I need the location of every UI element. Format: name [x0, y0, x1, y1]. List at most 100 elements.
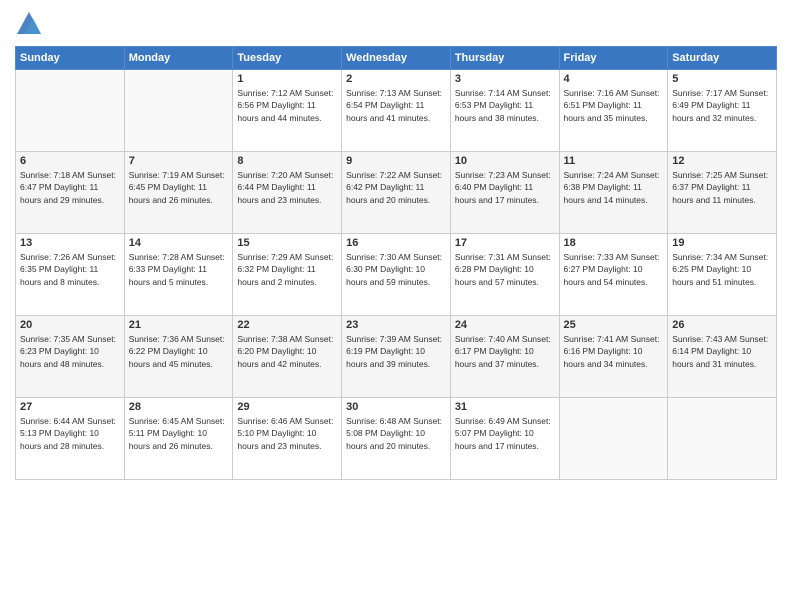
calendar-cell: 23 Sunrise: 7:39 AM Sunset: 6:19 PM Dayli… — [342, 316, 451, 398]
calendar-cell: 9Sunrise: 7:22 AM Sunset: 6:42 PM Daylig… — [342, 152, 451, 234]
calendar-cell: 29 Sunrise: 6:46 AM Sunset: 5:10 PM Dayli… — [233, 398, 342, 480]
cell-content: Sunrise: 7:34 AM Sunset: 6:25 PM Dayligh… — [672, 251, 772, 288]
logo-icon — [15, 10, 43, 38]
calendar-cell: 4 Sunrise: 7:16 AM Sunset: 6:51 PM Daylig… — [559, 70, 668, 152]
cell-content: Sunrise: 7:30 AM Sunset: 6:30 PM Dayligh… — [346, 251, 446, 288]
day-number: 23 — [346, 319, 446, 331]
calendar-table: SundayMondayTuesdayWednesdayThursdayFrid… — [15, 46, 777, 480]
day-header-wednesday: Wednesday — [342, 47, 451, 70]
cell-content: Sunrise: 7:20 AM Sunset: 6:44 PM Dayligh… — [237, 169, 337, 206]
day-number: 18 — [564, 237, 664, 249]
calendar-cell: 6Sunrise: 7:18 AM Sunset: 6:47 PM Daylig… — [16, 152, 125, 234]
day-number: 7 — [129, 155, 229, 167]
day-number: 20 — [20, 319, 120, 331]
calendar-cell: 24 Sunrise: 7:40 AM Sunset: 6:17 PM Dayli… — [450, 316, 559, 398]
cell-content: Sunrise: 7:41 AM Sunset: 6:16 PM Dayligh… — [564, 333, 664, 370]
day-number: 28 — [129, 401, 229, 413]
day-number: 16 — [346, 237, 446, 249]
day-number: 25 — [564, 319, 664, 331]
calendar-cell: 7 Sunrise: 7:19 AM Sunset: 6:45 PM Daylig… — [124, 152, 233, 234]
cell-content: Sunrise: 7:28 AM Sunset: 6:33 PM Dayligh… — [129, 251, 229, 288]
day-number: 22 — [237, 319, 337, 331]
cell-content: Sunrise: 7:24 AM Sunset: 6:38 PM Dayligh… — [564, 169, 664, 206]
calendar-cell: 2 Sunrise: 7:13 AM Sunset: 6:54 PM Daylig… — [342, 70, 451, 152]
day-number: 2 — [346, 73, 446, 85]
calendar-cell — [16, 70, 125, 152]
calendar-cell: 11 Sunrise: 7:24 AM Sunset: 6:38 PM Dayli… — [559, 152, 668, 234]
cell-content: Sunrise: 7:43 AM Sunset: 6:14 PM Dayligh… — [672, 333, 772, 370]
day-number: 3 — [455, 73, 555, 85]
day-number: 15 — [237, 237, 337, 249]
cell-content: Sunrise: 7:16 AM Sunset: 6:51 PM Dayligh… — [564, 87, 664, 124]
day-header-sunday: Sunday — [16, 47, 125, 70]
cell-content: Sunrise: 7:31 AM Sunset: 6:28 PM Dayligh… — [455, 251, 555, 288]
day-header-friday: Friday — [559, 47, 668, 70]
logo — [15, 10, 47, 38]
calendar-cell: 17 Sunrise: 7:31 AM Sunset: 6:28 PM Dayli… — [450, 234, 559, 316]
week-row-1: 6Sunrise: 7:18 AM Sunset: 6:47 PM Daylig… — [16, 152, 777, 234]
cell-content: Sunrise: 7:33 AM Sunset: 6:27 PM Dayligh… — [564, 251, 664, 288]
cell-content: Sunrise: 7:14 AM Sunset: 6:53 PM Dayligh… — [455, 87, 555, 124]
calendar-cell: 5 Sunrise: 7:17 AM Sunset: 6:49 PM Daylig… — [668, 70, 777, 152]
cell-content: Sunrise: 6:46 AM Sunset: 5:10 PM Dayligh… — [237, 415, 337, 452]
cell-content: Sunrise: 7:29 AM Sunset: 6:32 PM Dayligh… — [237, 251, 337, 288]
day-number: 24 — [455, 319, 555, 331]
day-number: 8 — [237, 155, 337, 167]
cell-content: Sunrise: 7:19 AM Sunset: 6:45 PM Dayligh… — [129, 169, 229, 206]
day-number: 21 — [129, 319, 229, 331]
cell-content: Sunrise: 7:25 AM Sunset: 6:37 PM Dayligh… — [672, 169, 772, 206]
day-number: 10 — [455, 155, 555, 167]
cell-content: Sunrise: 7:17 AM Sunset: 6:49 PM Dayligh… — [672, 87, 772, 124]
day-number: 27 — [20, 401, 120, 413]
header-row: SundayMondayTuesdayWednesdayThursdayFrid… — [16, 47, 777, 70]
calendar-cell — [124, 70, 233, 152]
calendar-cell: 21 Sunrise: 7:36 AM Sunset: 6:22 PM Dayli… — [124, 316, 233, 398]
day-number: 17 — [455, 237, 555, 249]
day-header-monday: Monday — [124, 47, 233, 70]
calendar-cell: 31Sunrise: 6:49 AM Sunset: 5:07 PM Dayli… — [450, 398, 559, 480]
cell-content: Sunrise: 6:48 AM Sunset: 5:08 PM Dayligh… — [346, 415, 446, 452]
day-number: 4 — [564, 73, 664, 85]
calendar-cell: 18 Sunrise: 7:33 AM Sunset: 6:27 PM Dayli… — [559, 234, 668, 316]
calendar-cell: 16 Sunrise: 7:30 AM Sunset: 6:30 PM Dayli… — [342, 234, 451, 316]
calendar-cell: 19 Sunrise: 7:34 AM Sunset: 6:25 PM Dayli… — [668, 234, 777, 316]
day-number: 31 — [455, 401, 555, 413]
week-row-0: 1Sunrise: 7:12 AM Sunset: 6:56 PM Daylig… — [16, 70, 777, 152]
day-number: 19 — [672, 237, 772, 249]
day-number: 11 — [564, 155, 664, 167]
day-number: 26 — [672, 319, 772, 331]
cell-content: Sunrise: 6:44 AM Sunset: 5:13 PM Dayligh… — [20, 415, 120, 452]
cell-content: Sunrise: 7:22 AM Sunset: 6:42 PM Dayligh… — [346, 169, 446, 206]
calendar-cell: 20 Sunrise: 7:35 AM Sunset: 6:23 PM Dayli… — [16, 316, 125, 398]
cell-content: Sunrise: 7:39 AM Sunset: 6:19 PM Dayligh… — [346, 333, 446, 370]
day-number: 30 — [346, 401, 446, 413]
calendar-cell — [559, 398, 668, 480]
calendar-cell: 10Sunrise: 7:23 AM Sunset: 6:40 PM Dayli… — [450, 152, 559, 234]
cell-content: Sunrise: 7:40 AM Sunset: 6:17 PM Dayligh… — [455, 333, 555, 370]
calendar-cell: 12Sunrise: 7:25 AM Sunset: 6:37 PM Dayli… — [668, 152, 777, 234]
cell-content: Sunrise: 7:12 AM Sunset: 6:56 PM Dayligh… — [237, 87, 337, 124]
calendar-cell: 26 Sunrise: 7:43 AM Sunset: 6:14 PM Dayli… — [668, 316, 777, 398]
calendar-cell: 13 Sunrise: 7:26 AM Sunset: 6:35 PM Dayli… — [16, 234, 125, 316]
week-row-3: 20 Sunrise: 7:35 AM Sunset: 6:23 PM Dayli… — [16, 316, 777, 398]
week-row-2: 13 Sunrise: 7:26 AM Sunset: 6:35 PM Dayli… — [16, 234, 777, 316]
day-header-saturday: Saturday — [668, 47, 777, 70]
calendar-cell: 3 Sunrise: 7:14 AM Sunset: 6:53 PM Daylig… — [450, 70, 559, 152]
cell-content: Sunrise: 6:45 AM Sunset: 5:11 PM Dayligh… — [129, 415, 229, 452]
calendar-cell: 15 Sunrise: 7:29 AM Sunset: 6:32 PM Dayli… — [233, 234, 342, 316]
cell-content: Sunrise: 7:26 AM Sunset: 6:35 PM Dayligh… — [20, 251, 120, 288]
calendar-cell: 28 Sunrise: 6:45 AM Sunset: 5:11 PM Dayli… — [124, 398, 233, 480]
day-number: 13 — [20, 237, 120, 249]
cell-content: Sunrise: 7:36 AM Sunset: 6:22 PM Dayligh… — [129, 333, 229, 370]
calendar-cell: 25 Sunrise: 7:41 AM Sunset: 6:16 PM Dayli… — [559, 316, 668, 398]
day-number: 5 — [672, 73, 772, 85]
calendar-cell — [668, 398, 777, 480]
day-number: 29 — [237, 401, 337, 413]
cell-content: Sunrise: 7:18 AM Sunset: 6:47 PM Dayligh… — [20, 169, 120, 206]
cell-content: Sunrise: 7:35 AM Sunset: 6:23 PM Dayligh… — [20, 333, 120, 370]
day-header-tuesday: Tuesday — [233, 47, 342, 70]
cell-content: Sunrise: 7:13 AM Sunset: 6:54 PM Dayligh… — [346, 87, 446, 124]
calendar-cell: 27 Sunrise: 6:44 AM Sunset: 5:13 PM Dayli… — [16, 398, 125, 480]
calendar-cell: 22Sunrise: 7:38 AM Sunset: 6:20 PM Dayli… — [233, 316, 342, 398]
calendar-cell: 1Sunrise: 7:12 AM Sunset: 6:56 PM Daylig… — [233, 70, 342, 152]
